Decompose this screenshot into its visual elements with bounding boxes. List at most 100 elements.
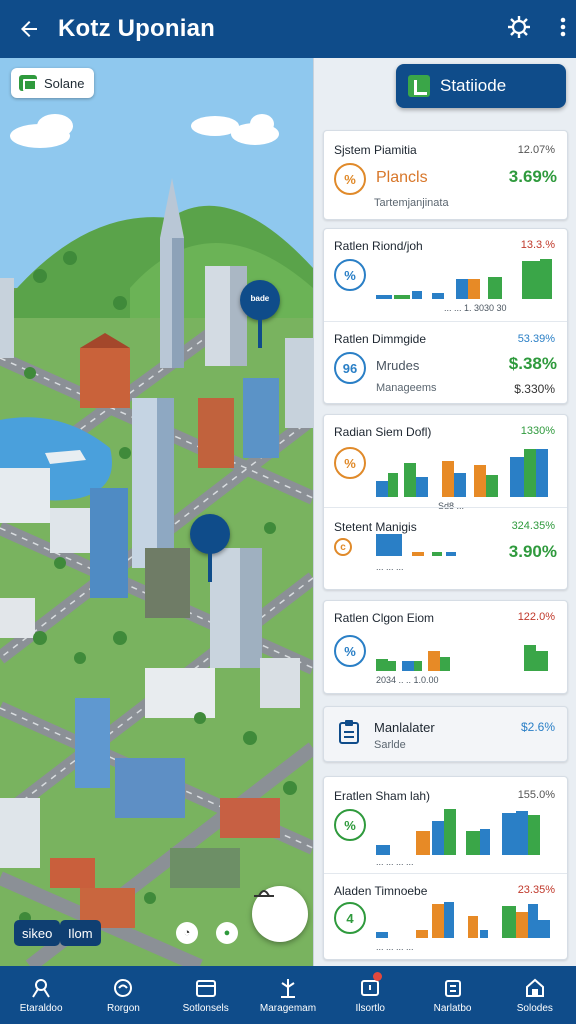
bar-chart (376, 441, 556, 497)
stat-card-percent: 12.07% (517, 144, 555, 156)
chart-bar (528, 904, 538, 938)
calendar-icon (195, 979, 216, 997)
chart-tick-labels: ... ... ... ... (376, 857, 414, 867)
chart-bar (468, 916, 478, 938)
solar-panel-icon (19, 75, 37, 91)
stats-panel: Statiiode Sjstem Piamitia 12.07% % Planc… (313, 58, 576, 966)
chart-bar (376, 481, 388, 497)
stat-card-title: Ratlen Riond/joh (334, 239, 423, 253)
nav-item-ilsortlo[interactable]: Ilsortlo (329, 966, 411, 1024)
map-mini-icon[interactable]: ● (216, 922, 238, 944)
stat-card-caption: Tartemjanjinata (374, 197, 449, 209)
stat-card-percent: 122.0% (517, 611, 555, 623)
stat-card-value: 3.69% (508, 167, 557, 186)
stat-card-percent: 155.0% (517, 789, 555, 801)
pin-flag-icon (280, 978, 295, 998)
garage-icon (525, 978, 544, 997)
chart-bar (480, 930, 488, 938)
chart-bar (540, 259, 552, 299)
chart-bar (432, 293, 444, 299)
stat-card[interactable]: Eratlen Sham lah) 155.0% % ... ... ... .… (323, 776, 568, 960)
nav-item-narlatbo[interactable]: Narlatbo (411, 966, 493, 1024)
person-pin-icon (32, 978, 50, 998)
nav-item-solodes[interactable]: Solodes (494, 966, 576, 1024)
stat-card-percent: 324.35% (511, 520, 555, 532)
map-pin[interactable]: ᵇᵃᵈᵉ (240, 280, 280, 348)
percent-icon: 4 (334, 902, 366, 934)
chart-tick-labels: ... ... ... (376, 562, 404, 572)
nav-item-label: Ilsortlo (355, 1002, 385, 1014)
building-icon (444, 979, 461, 997)
nav-item-maragemam[interactable]: Maragemam (247, 966, 329, 1024)
stat-card[interactable]: Ratlen Clgon Eiom 122.0% % 2034 .. .. 1.… (323, 600, 568, 694)
chart-bar (416, 930, 428, 938)
stat-card[interactable]: Manlalater $2.6% Sarlde (323, 706, 568, 762)
more-vert-icon[interactable] (558, 15, 568, 44)
chart-bar (376, 845, 390, 855)
chart-bar (376, 932, 388, 938)
chart-bar (454, 473, 466, 497)
bottom-navigation: Etaraldoo Rorgon Sotlonsels Maragemam Il… (0, 966, 576, 1024)
stat-card-title: Sjstem Piamitia (334, 143, 417, 157)
city-map[interactable]: Solane ᵇᵃᵈᵉ sikeo Ilom ◔ ● (0, 58, 313, 966)
nav-item-label: Maragemam (259, 1002, 317, 1014)
stat-card-title: Manlalater (374, 720, 435, 735)
percent-icon: % (334, 809, 366, 841)
map-pin-label: ᵇᵃᵈᵉ (250, 293, 270, 307)
stat-card[interactable]: Ratlen Riond/joh 13.3.% % ... ... 1. 303… (323, 228, 568, 404)
percent-icon: 96 (334, 352, 366, 384)
percent-icon: % (334, 635, 366, 667)
chart-bar (388, 661, 396, 671)
stat-card[interactable]: Sjstem Piamitia 12.07% % Plancls 3.69% T… (323, 130, 568, 220)
map-pin[interactable] (190, 514, 230, 582)
stat-card-title: Eratlen Sham lah) (334, 789, 431, 803)
settings-gear-icon[interactable] (506, 14, 532, 45)
statistics-button[interactable]: Statiiode (396, 64, 566, 108)
chart-bar (412, 291, 422, 299)
nav-item-label: Narlatbo (433, 1002, 472, 1014)
nav-item-label: Etaraldoo (19, 1002, 63, 1014)
stat-card-title: Radian Siem Dofl) (334, 425, 432, 439)
percent-icon: % (334, 163, 366, 195)
chart-bar (488, 277, 502, 299)
percent-icon: % (334, 259, 366, 291)
map-action-fab[interactable] (252, 886, 308, 942)
chart-tick-labels: ... ... ... ... (376, 942, 414, 952)
stat-card-percent: 13.3.% (520, 239, 555, 251)
nav-item-rorgon[interactable]: Rorgon (82, 966, 164, 1024)
map-tag[interactable]: sikeo (14, 920, 61, 946)
chart-bar (516, 811, 528, 855)
stat-card-title: Ratlen Dimmgide (334, 332, 427, 346)
back-arrow-icon[interactable] (0, 0, 58, 58)
chart-bar (474, 465, 486, 497)
stat-card[interactable]: Radian Siem Dofl) 1330% % Sd8 ... Steten… (323, 414, 568, 590)
nav-item-label: Solodes (516, 1002, 553, 1014)
map-tag[interactable]: Ilom (60, 920, 101, 946)
chart-tick-labels: ... ... 1. 3030 30 (444, 303, 507, 313)
chart-bar (536, 449, 548, 497)
page-title: Kotz Uponian (58, 15, 216, 42)
chart-bar (388, 473, 398, 497)
bar-chart (376, 641, 556, 671)
percent-icon: % (334, 447, 366, 479)
statistics-button-label: Statiiode (440, 76, 507, 95)
chart-bar (412, 552, 424, 556)
chart-bar (376, 534, 390, 556)
nav-item-sotlonsels[interactable]: Sotlonsels (165, 966, 247, 1024)
chart-bar (376, 659, 388, 671)
chart-bar (486, 475, 498, 497)
chart-tick-labels: 2034 .. .. 1.0.00 (376, 675, 439, 685)
stat-card-subtitle: Plancls (376, 169, 428, 186)
nav-item-etaraldoo[interactable]: Etaraldoo (0, 966, 82, 1024)
bar-chart (376, 805, 556, 855)
chart-bar (416, 831, 430, 855)
map-mini-icon[interactable]: ◔ (176, 922, 198, 944)
stat-card-caption: Manageems (376, 382, 437, 394)
currency-icon: c (334, 538, 352, 556)
stats-icon (408, 75, 430, 97)
solar-chip-label: Solane (44, 75, 85, 91)
solar-filter-chip[interactable]: Solane (11, 68, 95, 98)
stat-card-percent: 53.39% (517, 333, 555, 345)
bar-chart (376, 255, 556, 299)
stat-card-percent: 23.35% (517, 884, 555, 896)
